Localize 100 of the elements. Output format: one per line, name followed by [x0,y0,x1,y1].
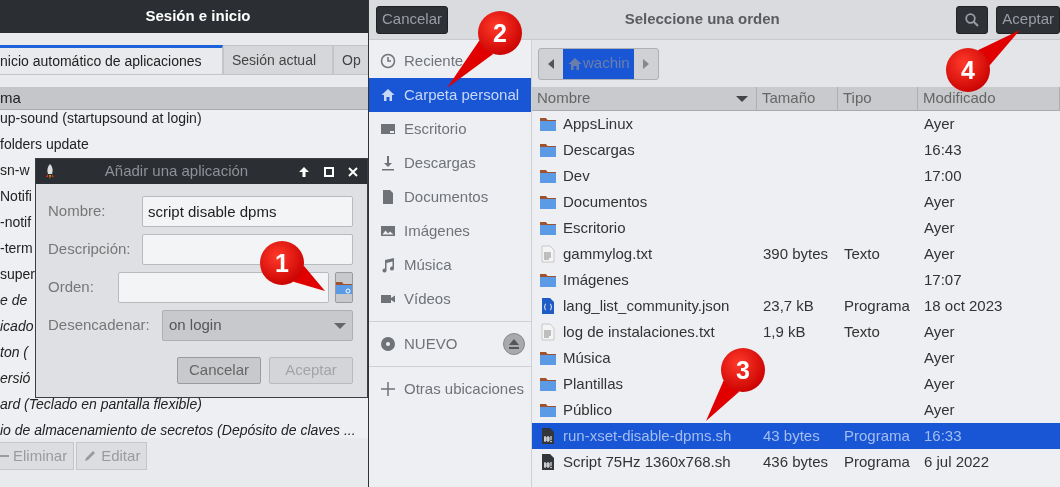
maximize-icon[interactable] [323,165,335,178]
table-cell: Notifi [0,188,32,204]
folder-icon [539,167,557,185]
sidebar-item[interactable]: Vídeos [369,282,531,316]
file-name[interactable]: Escritorio [563,216,626,240]
sidebar-item[interactable]: NUEVO [369,327,531,361]
column-header[interactable]: ma [0,86,21,110]
column-header[interactable]: Nombre [532,87,757,110]
table-cell: ersió [0,370,31,386]
file-name[interactable]: log de instalaciones.txt [563,320,715,344]
folder-icon [539,219,557,237]
modified-date: 16:33 [924,426,962,444]
file-name[interactable]: Documentos [563,190,648,214]
folder-icon [539,349,557,367]
plus-icon [380,381,396,397]
cancel-button[interactable]: Cancelar [376,5,449,34]
table-cell: ard (Teclado en pantalla flexible) [0,396,202,412]
browse-button[interactable] [335,272,353,303]
file-type: Programa [844,426,910,444]
tab[interactable]: nicio automático de aplicaciones [0,45,223,75]
table-cell: io de almacenamiento de secretos (Depósito de claves ... [0,422,356,438]
home-icon [567,55,583,72]
file-size: 43 bytes [763,426,820,444]
table-cell: super [0,266,36,282]
field-label: Descripción: [48,239,132,260]
sidebar-item[interactable]: Escritorio [369,112,531,146]
eject-icon [508,338,520,350]
table-cell: sn-w [0,162,30,178]
modified-date: Ayer [924,218,955,236]
field-label: Desencadenar: [48,315,151,336]
file-name[interactable]: Público [563,398,613,422]
folder-icon [539,401,557,419]
field-label: Orden: [48,277,95,298]
column-header[interactable]: Tamaño [757,87,838,110]
file-size: 1,9 kB [763,322,806,340]
file-name[interactable]: Dev [563,164,590,188]
table-cell: e de [0,292,28,308]
modified-date: Ayer [924,400,955,418]
desktop-icon [380,121,396,137]
file-name[interactable]: Plantillas [563,372,624,396]
search-icon [965,12,980,27]
script-file-icon [539,453,557,471]
sidebar-item[interactable]: Descargas [369,146,531,180]
file-name[interactable]: Descargas [563,138,635,162]
sort-arrow-icon [736,94,748,103]
modified-date: 6 jul 2022 [924,452,990,470]
table-cell: -term [0,240,33,256]
file-name[interactable]: Imágenes [563,268,629,292]
rocket-icon [44,163,56,180]
music-note-icon [380,257,396,273]
modified-date: Ayer [924,348,955,366]
disc-icon [380,336,396,352]
text-file-icon [539,245,557,263]
folder-icon [539,193,557,211]
file-name[interactable]: lang_list_community.json [563,294,730,318]
file-size: 436 bytes [763,452,829,470]
search-button[interactable] [956,5,989,34]
document-icon [380,189,396,205]
file-name[interactable]: AppsLinux [563,112,634,136]
input-field[interactable]: script disable dpms [142,196,353,227]
pencil-icon [83,449,98,463]
dropdown[interactable]: on login [162,310,353,341]
image-icon [380,223,396,239]
file-size: 23,7 kB [763,296,814,314]
download-icon [380,155,396,171]
column-header[interactable]: Tipo [838,87,918,110]
sidebar-item[interactable]: Música [369,248,531,282]
sidebar-item[interactable]: Reciente [369,44,531,78]
script-file-icon [539,427,557,445]
close-icon[interactable] [347,165,359,178]
file-name[interactable]: gammylog.txt [563,242,653,266]
file-name[interactable]: run-xset-disable-dpms.sh [563,424,732,448]
input-field[interactable] [118,272,329,303]
modified-date: Ayer [924,244,955,262]
tab[interactable]: Op [333,45,368,75]
file-type: Programa [844,296,910,314]
file-type: Texto [844,322,880,340]
accept-button[interactable]: Aceptar [996,5,1060,34]
clock-icon [380,53,396,69]
modified-date: Ayer [924,374,955,392]
cancel-button[interactable]: Cancelar [177,357,261,384]
sidebar-item[interactable]: Otras ubicaciones [369,372,531,406]
file-name[interactable]: Música [563,346,611,370]
home-icon [380,87,396,103]
caret-icon [334,321,346,330]
eject-button[interactable] [503,333,525,355]
dialog-title: Añadir una aplicación [103,161,250,182]
modified-date: 17:00 [924,166,962,184]
dialog-title: Seleccione una orden [623,9,781,30]
sidebar-item[interactable]: Carpeta personal [369,78,531,112]
keep-above-icon[interactable] [297,164,311,179]
file-name[interactable]: Script 75Hz 1360x768.sh [563,450,731,474]
folder-icon [336,280,352,295]
tab[interactable]: Sesión actual [223,45,333,75]
sidebar-item[interactable]: Imágenes [369,214,531,248]
sidebar-item[interactable]: Documentos [369,180,531,214]
table-cell: folders update [0,136,89,152]
table-cell: up-sound (startupsound at login) [0,110,202,126]
folder-icon [539,375,557,393]
code-file-icon [539,297,557,315]
